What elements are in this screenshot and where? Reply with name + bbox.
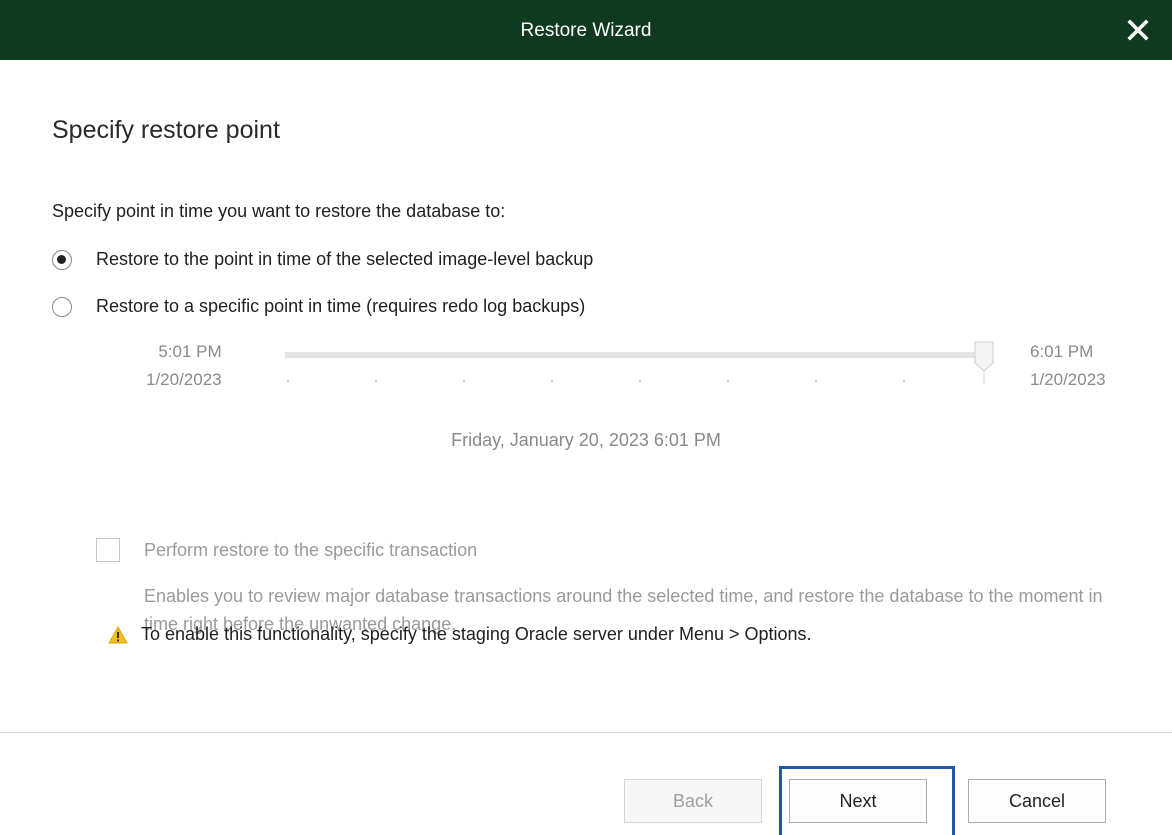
radio-image-level-label: Restore to the point in time of the sele… [96,249,594,269]
page-heading: Specify restore point [52,116,280,144]
selected-point-in-time: Friday, January 20, 2023 6:01 PM [451,430,721,450]
slider-start-time: 5:01 PM [158,342,222,361]
transaction-checkbox[interactable] [96,538,120,562]
transaction-restore-option[interactable]: Perform restore to the specific transact… [96,538,477,562]
time-slider-thumb[interactable] [974,341,994,385]
slider-tick [551,380,553,382]
close-button[interactable] [1126,17,1150,43]
transaction-checkbox-label: Perform restore to the specific transact… [144,539,478,560]
back-button[interactable]: Back [624,779,762,823]
warning-text: To enable this functionality, specify th… [141,624,812,644]
cancel-button[interactable]: Cancel [968,779,1106,823]
slider-tick [727,380,729,382]
slider-start-label: 5:01 PM 1/20/2023 [146,338,222,394]
time-slider-track[interactable] [285,352,990,358]
radio-button-specific-point[interactable] [52,296,72,317]
warning-message: To enable this functionality, specify th… [108,624,812,645]
footer-divider [0,732,1172,733]
title-bar: Restore Wizard [0,0,1172,60]
slider-tick [287,380,289,382]
slider-end-time: 6:01 PM [1030,342,1094,361]
window-title: Restore Wizard [520,20,652,41]
radio-image-level-backup[interactable]: Restore to the point in time of the sele… [52,249,593,270]
close-icon [1127,19,1149,41]
slider-tick [815,380,817,382]
warning-icon [108,625,128,644]
radio-specific-point-label: Restore to a specific point in time (req… [96,296,586,316]
slider-start-date: 1/20/2023 [146,370,222,389]
slider-end-date: 1/20/2023 [1030,370,1106,389]
slider-tick [463,380,465,382]
slider-end-label: 6:01 PM 1/20/2023 [1030,338,1106,394]
next-button[interactable]: Next [789,779,927,823]
slider-tick [639,380,641,382]
restore-prompt: Specify point in time you want to restor… [52,201,506,221]
slider-tick [375,380,377,382]
radio-button-image-level[interactable] [52,249,72,270]
slider-tick [903,380,905,382]
radio-specific-point-in-time[interactable]: Restore to a specific point in time (req… [52,296,585,317]
